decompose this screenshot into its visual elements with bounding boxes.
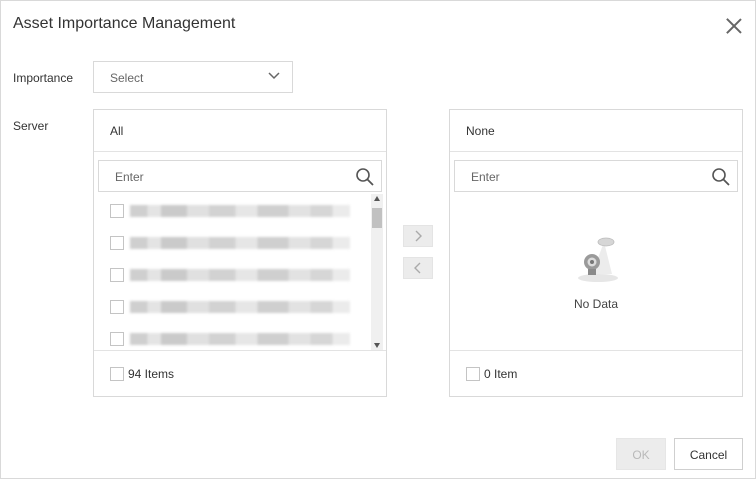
list-item[interactable] bbox=[110, 330, 370, 346]
scroll-down-arrow-icon[interactable] bbox=[374, 343, 380, 348]
list-item[interactable] bbox=[110, 202, 370, 218]
source-item-count: 94 Items bbox=[128, 367, 175, 381]
target-item-count: 0 Item bbox=[484, 367, 518, 381]
importance-select-placeholder: Select bbox=[110, 71, 144, 85]
item-checkbox[interactable] bbox=[110, 204, 124, 218]
source-select-all-checkbox[interactable] bbox=[110, 367, 124, 381]
item-checkbox[interactable] bbox=[110, 268, 124, 282]
list-item[interactable] bbox=[110, 266, 370, 282]
asset-importance-dialog: Asset Importance Management Importance S… bbox=[0, 0, 756, 479]
source-search-placeholder: Enter bbox=[115, 170, 144, 184]
cancel-button[interactable]: Cancel bbox=[674, 438, 743, 470]
source-panel-header: All bbox=[94, 110, 386, 152]
move-left-button[interactable] bbox=[403, 257, 433, 279]
target-search-input[interactable]: Enter bbox=[454, 160, 738, 192]
redacted-item-name bbox=[130, 269, 350, 281]
target-transfer-panel: None Enter No Data 0 Item bbox=[449, 109, 743, 397]
source-panel-title: All bbox=[110, 124, 124, 138]
importance-select[interactable]: Select bbox=[93, 61, 293, 93]
redacted-item-name bbox=[130, 205, 350, 217]
search-icon[interactable] bbox=[711, 167, 731, 187]
empty-state-icon bbox=[578, 237, 618, 282]
item-checkbox[interactable] bbox=[110, 300, 124, 314]
list-item[interactable] bbox=[110, 234, 370, 250]
scroll-up-arrow-icon[interactable] bbox=[374, 196, 380, 201]
empty-state-text: No Data bbox=[573, 297, 619, 311]
item-checkbox[interactable] bbox=[110, 332, 124, 346]
close-icon[interactable] bbox=[723, 15, 745, 37]
target-panel-header: None bbox=[450, 110, 742, 152]
source-search-input[interactable]: Enter bbox=[98, 160, 382, 192]
source-transfer-panel: All Enter 94 Items bbox=[93, 109, 387, 397]
source-panel-footer: 94 Items bbox=[94, 350, 386, 396]
redacted-item-name bbox=[130, 301, 350, 313]
scroll-thumb[interactable] bbox=[372, 208, 382, 228]
redacted-item-name bbox=[130, 237, 350, 249]
server-label: Server bbox=[13, 119, 49, 133]
chevron-right-icon bbox=[415, 230, 422, 242]
move-right-button[interactable] bbox=[403, 225, 433, 247]
chevron-left-icon bbox=[414, 262, 421, 274]
ok-button[interactable]: OK bbox=[616, 438, 666, 470]
target-search-placeholder: Enter bbox=[471, 170, 500, 184]
target-panel-title: None bbox=[466, 124, 495, 138]
source-list-scrollbar[interactable] bbox=[371, 194, 383, 350]
redacted-item-name bbox=[130, 333, 350, 345]
target-select-all-checkbox[interactable] bbox=[466, 367, 480, 381]
dialog-title: Asset Importance Management bbox=[13, 15, 236, 32]
search-icon[interactable] bbox=[355, 167, 375, 187]
item-checkbox[interactable] bbox=[110, 236, 124, 250]
list-item[interactable] bbox=[110, 298, 370, 314]
target-panel-footer: 0 Item bbox=[450, 350, 742, 396]
chevron-down-icon bbox=[268, 72, 280, 80]
source-item-list bbox=[94, 192, 386, 352]
importance-label: Importance bbox=[13, 71, 74, 85]
